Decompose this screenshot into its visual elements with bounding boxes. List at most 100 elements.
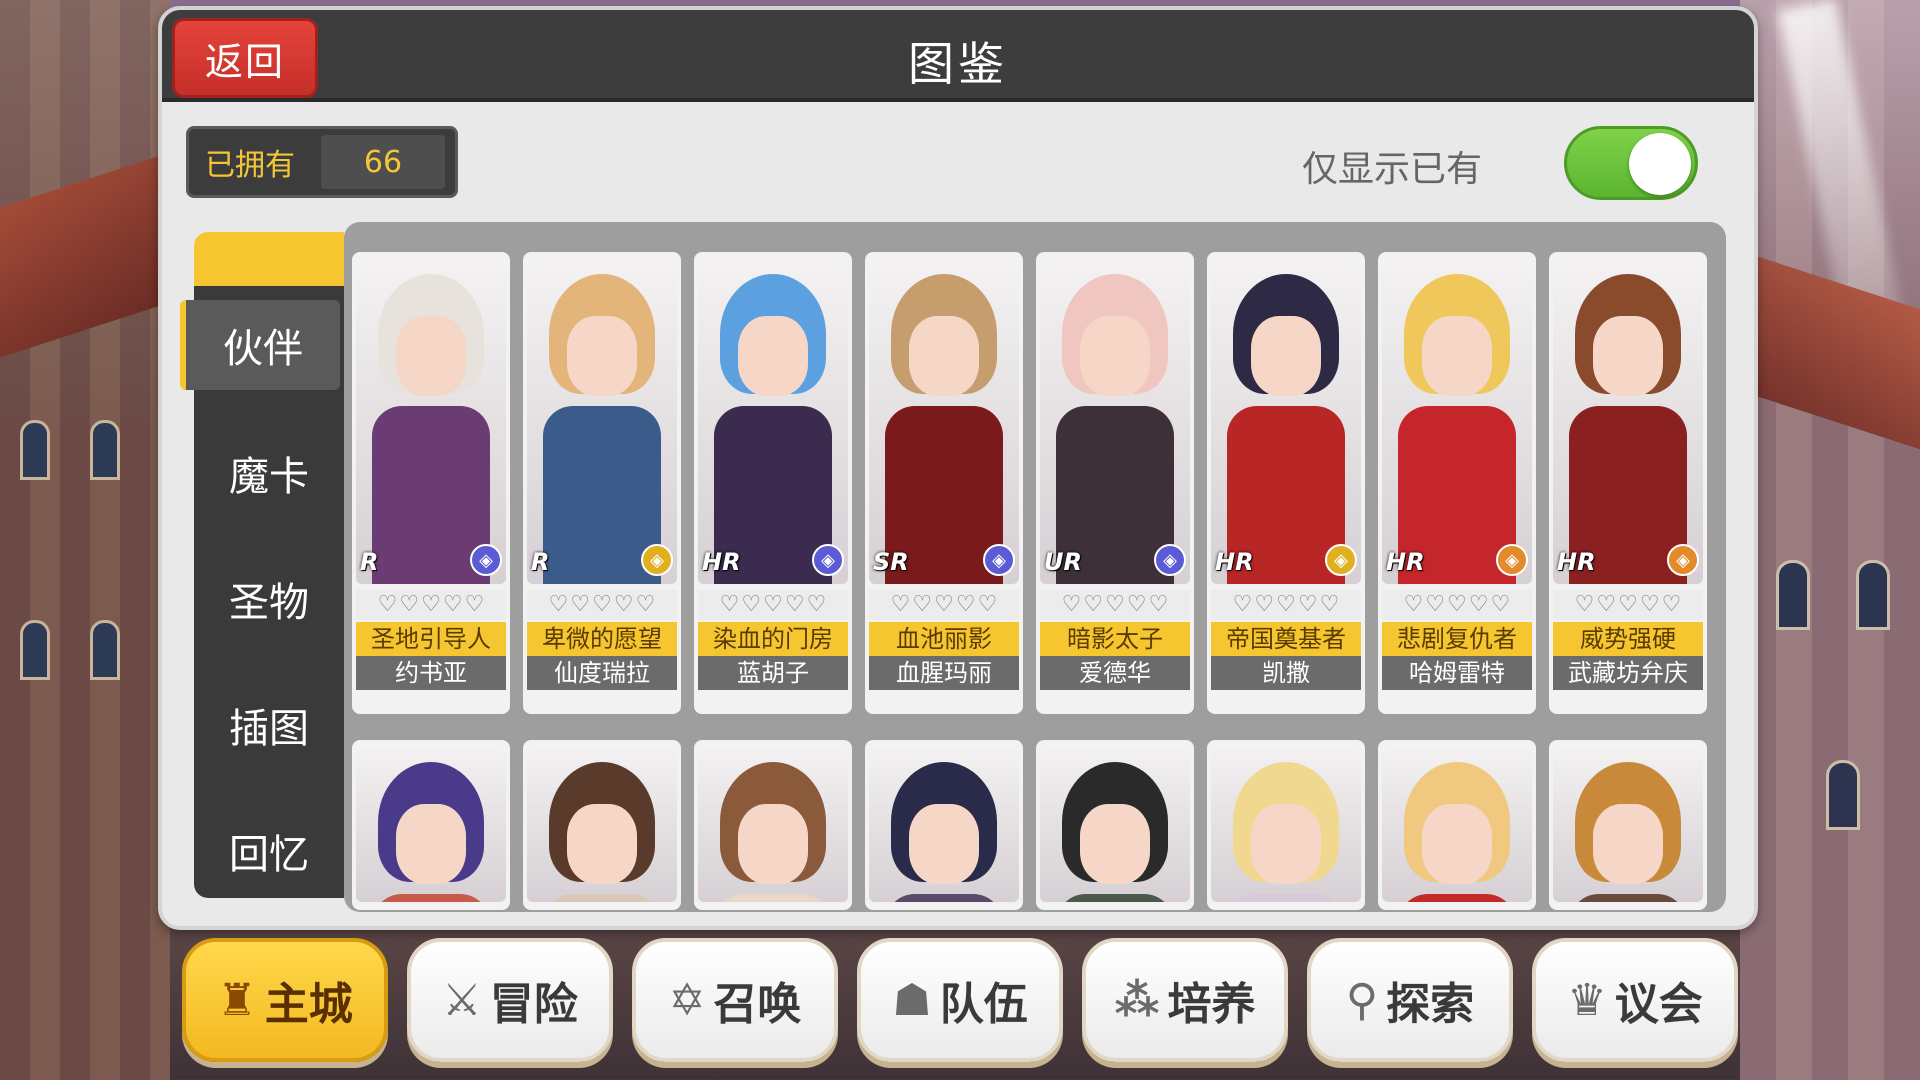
nav-label: 培养 <box>1167 979 1256 1030</box>
wind-icon: ◈ <box>812 544 844 576</box>
wind-icon: ◈ <box>983 544 1015 576</box>
nav-label: 议会 <box>1614 979 1703 1030</box>
affection-hearts: ♡ ♡ ♡ ♡ ♡ <box>1553 590 1703 620</box>
nav-button-hexagram[interactable]: ✡ 召唤 <box>632 938 838 1062</box>
character-name: 血腥玛丽 <box>869 656 1019 690</box>
rarity-label: HR <box>702 548 741 576</box>
nav-label: 队伍 <box>939 979 1028 1030</box>
character-name: 仙度瑞拉 <box>527 656 677 690</box>
background-right <box>1740 0 1920 1080</box>
character-portrait <box>698 256 848 584</box>
character-name: 凯撒 <box>1211 656 1361 690</box>
rarity-label: R <box>360 548 379 576</box>
rarity-label: R <box>531 548 550 576</box>
owned-count-box: 已拥有 66 <box>186 126 458 198</box>
rarity-label: UR <box>1044 548 1082 576</box>
light-icon: ◈ <box>1325 544 1357 576</box>
affection-hearts: ♡ ♡ ♡ ♡ ♡ <box>1211 590 1361 620</box>
character-portrait <box>527 744 677 902</box>
rarity-label: SR <box>873 548 909 576</box>
affection-hearts: ♡ ♡ ♡ ♡ ♡ <box>1382 590 1532 620</box>
character-title: 染血的门房 <box>698 622 848 656</box>
nav-button-castle[interactable]: ♜ 主城 <box>182 938 388 1062</box>
crossed-swords-icon: ⚔ <box>442 974 482 1026</box>
hexagram-icon: ✡ <box>668 974 706 1026</box>
character-title: 圣地引导人 <box>356 622 506 656</box>
owned-count: 66 <box>321 135 445 189</box>
sidebar-item-partners[interactable]: 伙伴 <box>180 300 340 390</box>
character-portrait <box>356 744 506 902</box>
character-title: 威势强硬 <box>1553 622 1703 656</box>
sidebar-item-relics[interactable]: 圣物 <box>194 554 344 644</box>
nav-button-explore[interactable]: ⚲ 探索 <box>1307 938 1513 1062</box>
nav-label: 召唤 <box>713 979 802 1030</box>
sword-icon: ◈ <box>1154 544 1186 576</box>
category-sidebar: 伙伴 魔卡 圣物 插图 回忆 <box>180 286 344 898</box>
show-owned-only-label: 仅显示已有 <box>1302 149 1483 190</box>
character-portrait <box>1211 744 1361 902</box>
owned-label: 已拥有 <box>205 148 295 183</box>
character-card[interactable]: HR ◈ ♡ ♡ ♡ ♡ ♡ 悲剧复仇者 哈姆雷特 <box>1378 252 1536 714</box>
rarity-label: HR <box>1557 548 1596 576</box>
sidebar-item-memories[interactable]: 回忆 <box>194 806 344 896</box>
character-card[interactable]: R ◈ ♡ ♡ ♡ ♡ ♡ 卑微的愿望 仙度瑞拉 <box>523 252 681 714</box>
explore-icon: ⚲ <box>1345 974 1379 1026</box>
character-card[interactable]: HR ◈ ♡ ♡ ♡ ♡ ♡ 染血的门房 蓝胡子 <box>694 252 852 714</box>
sidebar-item-magic-cards[interactable]: 魔卡 <box>194 428 344 518</box>
character-card[interactable] <box>694 740 852 910</box>
character-title: 卑微的愿望 <box>527 622 677 656</box>
character-card[interactable]: HR ◈ ♡ ♡ ♡ ♡ ♡ 威势强硬 武藏坊弁庆 <box>1549 252 1707 714</box>
team-icon: ☗ <box>892 974 932 1026</box>
sidebar-item-illustrations[interactable]: 插图 <box>194 680 344 770</box>
character-portrait <box>527 256 677 584</box>
castle-icon: ♜ <box>217 974 257 1026</box>
affection-hearts: ♡ ♡ ♡ ♡ ♡ <box>869 590 1019 620</box>
sidebar-header <box>194 232 344 286</box>
light-icon: ◈ <box>641 544 673 576</box>
character-portrait <box>1382 744 1532 902</box>
affection-hearts: ♡ ♡ ♡ ♡ ♡ <box>527 590 677 620</box>
character-card[interactable] <box>1378 740 1536 910</box>
affection-hearts: ♡ ♡ ♡ ♡ ♡ <box>356 590 506 620</box>
character-card[interactable] <box>1036 740 1194 910</box>
character-title: 帝国奠基者 <box>1211 622 1361 656</box>
character-name: 蓝胡子 <box>698 656 848 690</box>
encyclopedia-panel: 返回 图鉴 已拥有 66 仅显示已有 伙伴 魔卡 圣物 插图 回忆 R ◈ ♡ ♡… <box>158 6 1758 930</box>
character-portrait <box>869 256 1019 584</box>
character-portrait <box>869 744 1019 902</box>
train-icon: ⁂ <box>1114 974 1160 1026</box>
show-owned-only-toggle[interactable] <box>1564 126 1698 200</box>
nav-label: 探索 <box>1386 979 1475 1030</box>
fire-icon: ◈ <box>1496 544 1528 576</box>
nav-label: 冒险 <box>489 979 578 1030</box>
nav-button-train[interactable]: ⁂ 培养 <box>1082 938 1288 1062</box>
character-card[interactable] <box>1207 740 1365 910</box>
character-portrait <box>356 256 506 584</box>
character-portrait <box>1553 744 1703 902</box>
affection-hearts: ♡ ♡ ♡ ♡ ♡ <box>698 590 848 620</box>
character-name: 武藏坊弁庆 <box>1553 656 1703 690</box>
character-title: 悲剧复仇者 <box>1382 622 1532 656</box>
nav-label: 主城 <box>264 979 353 1030</box>
character-card[interactable]: SR ◈ ♡ ♡ ♡ ♡ ♡ 血池丽影 血腥玛丽 <box>865 252 1023 714</box>
nav-button-council[interactable]: ♛ 议会 <box>1532 938 1738 1062</box>
page-title: 图鉴 <box>908 37 1008 91</box>
background-left <box>0 0 170 1080</box>
character-portrait <box>1382 256 1532 584</box>
character-card[interactable]: R ◈ ♡ ♡ ♡ ♡ ♡ 圣地引导人 约书亚 <box>352 252 510 714</box>
character-card[interactable]: UR ◈ ♡ ♡ ♡ ♡ ♡ 暗影太子 爱德华 <box>1036 252 1194 714</box>
nav-button-crossed-swords[interactable]: ⚔ 冒险 <box>407 938 613 1062</box>
council-icon: ♛ <box>1567 974 1607 1026</box>
character-card[interactable] <box>523 740 681 910</box>
character-name: 约书亚 <box>356 656 506 690</box>
character-card[interactable] <box>865 740 1023 910</box>
character-card[interactable] <box>352 740 510 910</box>
fire-icon: ◈ <box>1667 544 1699 576</box>
character-card[interactable] <box>1549 740 1707 910</box>
rarity-label: HR <box>1215 548 1254 576</box>
character-name: 爱德华 <box>1040 656 1190 690</box>
character-title: 暗影太子 <box>1040 622 1190 656</box>
character-name: 哈姆雷特 <box>1382 656 1532 690</box>
nav-button-team[interactable]: ☗ 队伍 <box>857 938 1063 1062</box>
character-card[interactable]: HR ◈ ♡ ♡ ♡ ♡ ♡ 帝国奠基者 凯撒 <box>1207 252 1365 714</box>
